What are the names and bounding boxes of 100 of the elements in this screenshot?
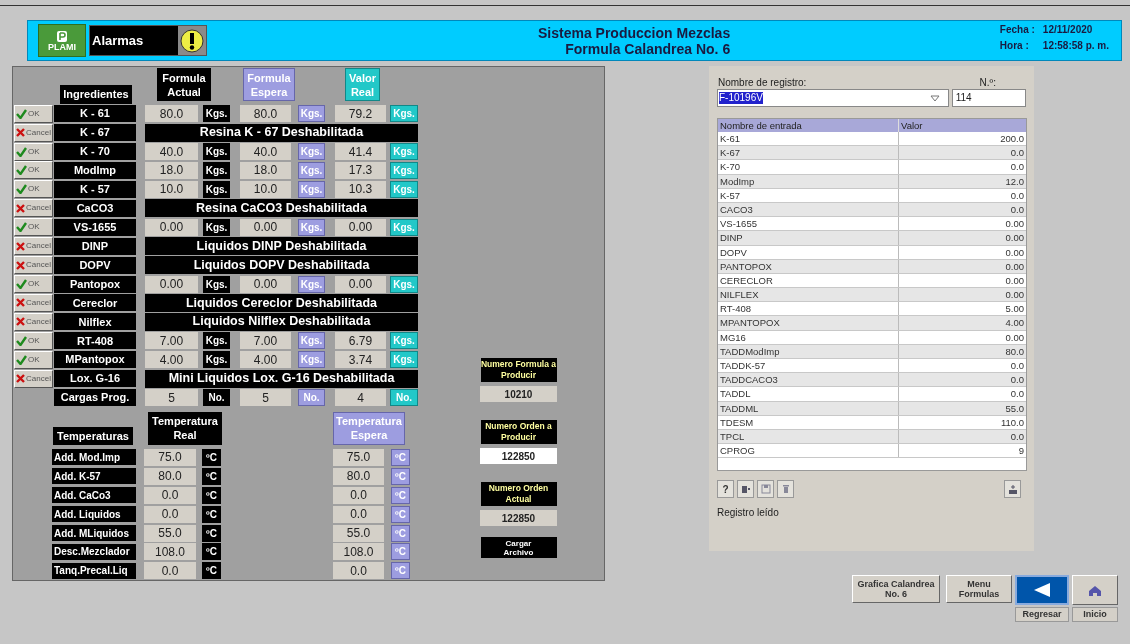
value-field: 0.00 (240, 275, 291, 293)
ingredient-label: Cargas Prog. (54, 389, 136, 407)
toggle-button[interactable]: Cancel (14, 312, 53, 331)
value-field: 0.0 (144, 505, 196, 523)
toggle-button[interactable]: Cancel (14, 369, 53, 388)
value-field: 4 (335, 389, 386, 407)
column-header: Valor (900, 119, 924, 132)
number-field[interactable]: 122850 (480, 448, 557, 464)
table-cell: MPANTOPOX (718, 316, 899, 330)
unit-label: No. (298, 389, 325, 407)
value-field: 80.0 (145, 105, 198, 123)
unit-label: Kgs. (390, 143, 418, 161)
disabled-message: Liquidos DINP Deshabilitada (145, 237, 418, 256)
toggle-button[interactable]: Cancel (14, 123, 53, 142)
value-field: 7.00 (145, 332, 198, 350)
unit-label: Kgs. (298, 332, 325, 350)
registry-dropdown[interactable]: F-10196V (717, 89, 949, 107)
table-cell-text: 0.00 (1004, 330, 1025, 344)
column-header: Formula Espera (243, 68, 295, 101)
table-cell: CERECLOR (718, 273, 899, 288)
time-label: Hora : (999, 39, 1030, 53)
ingredient-label: CaCO3 (54, 199, 136, 217)
value-field: 80.0 (333, 467, 384, 485)
toggle-button[interactable]: OK (14, 161, 53, 180)
disabled-message: Mini Liquidos Lox. G-16 Deshabilitada (145, 369, 418, 388)
table-cell-text: 12.0 (1004, 174, 1025, 188)
toggle-button[interactable]: OK (14, 180, 53, 199)
table-cell: PANTOPOX (718, 259, 899, 273)
nav-button[interactable]: Menu Formulas (946, 575, 1012, 603)
value-field: 0.0 (333, 486, 384, 504)
table-cell: K-67 (718, 146, 899, 160)
unit-label: ºC (202, 524, 221, 542)
toggle-button[interactable]: Cancel (14, 293, 53, 312)
ingredient-label: Lox. G-16 (54, 370, 136, 388)
unit-label: Kgs. (390, 351, 418, 369)
table-cell: TADDModImp (718, 344, 899, 358)
toggle-button[interactable]: Cancel (14, 256, 53, 275)
toggle-button[interactable]: Cancel (14, 199, 53, 218)
value-field: 79.2 (335, 105, 386, 123)
unit-label: Kgs. (390, 180, 418, 198)
toggle-button[interactable]: OK (14, 350, 53, 369)
unit-label: Kgs. (203, 161, 230, 179)
window-title: Sistema Produccion Mezclas (538, 24, 731, 41)
unit-label: ºC (391, 543, 410, 561)
ingredient-label: MPantopox (54, 351, 136, 369)
ingredient-label: Cereclor (54, 294, 136, 312)
table-cell-text: 0.0 (1009, 359, 1025, 373)
ingredient-label: K - 67 (54, 124, 136, 142)
column-header: Temperatura Espera (333, 411, 405, 445)
toggle-button[interactable]: OK (14, 104, 53, 123)
nav-button[interactable]: Grafica Calandrea No. 6 (852, 575, 940, 603)
table-cell: ModImp (718, 174, 899, 188)
help-button[interactable]: ? (717, 480, 734, 498)
unit-label: Kgs. (298, 143, 325, 161)
unit-label: ºC (202, 505, 221, 523)
alarm-label: Alarmas (92, 31, 144, 50)
unit-label: Kgs. (298, 275, 325, 293)
value-field: 4.00 (240, 351, 291, 369)
unit-label: Kgs. (390, 161, 418, 179)
unit-label: Kgs. (298, 218, 325, 236)
value-field: 17.3 (335, 161, 386, 179)
unit-label: Kgs. (203, 143, 230, 161)
table-cell: MG16 (718, 330, 899, 344)
ingredient-label: RT-408 (54, 332, 136, 350)
disabled-message: Resina K - 67 Deshabilitada (145, 123, 418, 142)
window-title: Formula Calandrea No. 6 (565, 40, 731, 57)
value-field: 0.00 (145, 218, 198, 236)
value-field: 5 (145, 389, 198, 407)
ingredient-label: K - 61 (54, 105, 136, 123)
temperature-label: Desc.Mezclador (52, 543, 136, 560)
table-cell: VS-1655 (718, 217, 899, 231)
value-field: 7.00 (240, 332, 291, 350)
toggle-button[interactable]: OK (14, 275, 53, 293)
table-cell: TADDL (718, 387, 899, 401)
toggle-button[interactable]: Cancel (14, 237, 53, 256)
unit-label: ºC (391, 524, 410, 542)
table-cell-text: 0.0 (1009, 429, 1025, 444)
toggle-button[interactable]: OK (14, 218, 53, 237)
column-header: Valor Real (345, 68, 380, 101)
number-field[interactable]: 114 (951, 89, 1026, 107)
value-field: 0.0 (333, 562, 384, 580)
table-cell-text: 80.0 (1004, 344, 1025, 358)
toggle-button[interactable]: OK (14, 142, 53, 161)
value-field: 0.0 (333, 505, 384, 523)
table-cell-text: 0.0 (1009, 387, 1025, 401)
unit-label: ºC (202, 486, 221, 504)
value-field: 40.0 (145, 143, 198, 161)
value-field: 55.0 (144, 524, 196, 542)
table-cell: K-57 (718, 188, 899, 202)
value-field: 6.79 (335, 332, 386, 350)
load-file-button[interactable]: Cargar Archivo (480, 537, 557, 558)
ingredient-label: Nilflex (54, 313, 136, 331)
table-cell-text: 55.0 (1004, 401, 1025, 415)
toggle-button[interactable]: OK (14, 331, 53, 350)
temperature-label: Add. K-57 (52, 468, 136, 485)
temperature-label: Tanq.Precal.Liq (52, 562, 136, 579)
column-header: Ingredientes (60, 85, 132, 104)
unit-label: ºC (202, 562, 221, 580)
table-cell-text: 110.0 (999, 415, 1025, 429)
unit-label: Kgs. (203, 218, 230, 236)
